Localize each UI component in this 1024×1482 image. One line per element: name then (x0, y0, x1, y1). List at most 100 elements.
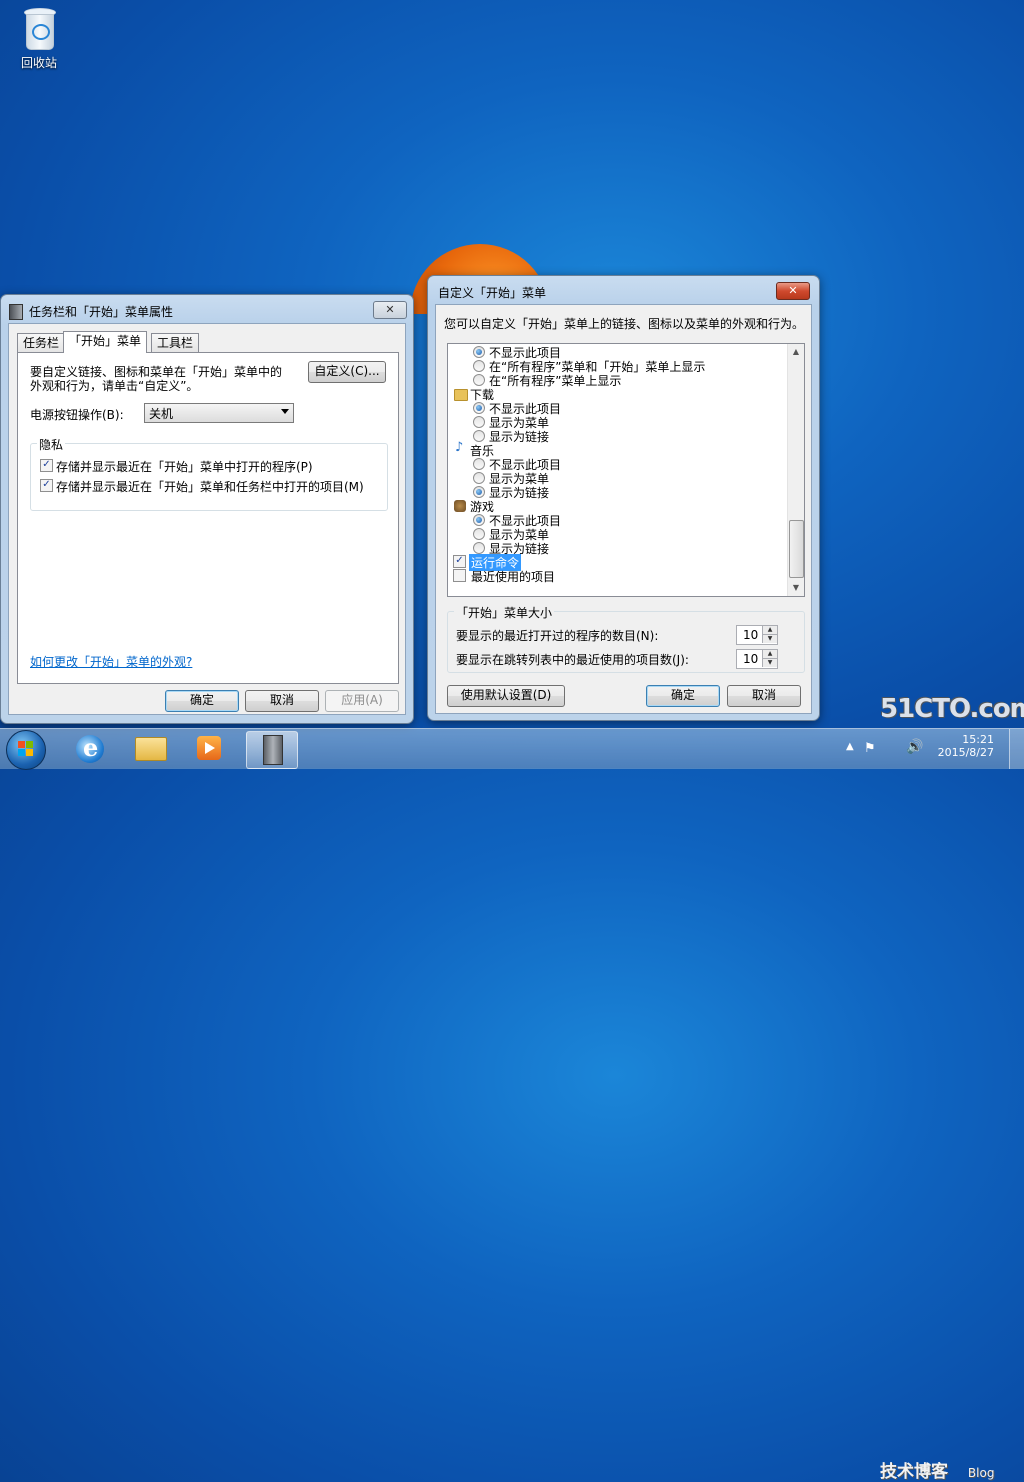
description-line-2: 外观和行为，请单击“自定义”。 (30, 379, 199, 393)
option-radio-row[interactable]: 不显示此项目 (448, 457, 786, 472)
stepper-down-icon[interactable]: ▼ (762, 659, 777, 667)
power-button-label: 电源按钮操作(B): (30, 408, 124, 422)
close-button[interactable]: ✕ (373, 301, 407, 319)
jump-list-stepper[interactable]: 10 ▲ ▼ (736, 649, 778, 669)
jump-list-label: 要显示在跳转列表中的最近使用的项目数(J): (456, 653, 689, 667)
apply-button[interactable]: 应用(A) (325, 690, 399, 712)
recent-programs-stepper[interactable]: 10 ▲ ▼ (736, 625, 778, 645)
windows-logo-icon (18, 741, 34, 757)
taskbar-taskbar-properties[interactable] (246, 731, 298, 769)
checkbox[interactable] (453, 569, 466, 582)
option-checkbox-row[interactable]: 最近使用的项目 (448, 569, 786, 584)
option-radio-row[interactable]: 显示为链接 (448, 541, 786, 556)
privacy-checkbox-items[interactable]: ✓ (40, 479, 53, 492)
option-radio-row[interactable]: 在“所有程序”菜单和「开始」菜单上显示 (448, 359, 786, 374)
taskbar-properties-window: 任务栏和「开始」菜单属性 ✕ 任务栏 「开始」菜单 工具栏 要自定义链接、图标和… (0, 294, 414, 724)
stepper-down-icon[interactable]: ▼ (762, 635, 777, 643)
checkbox-label: 最近使用的项目 (471, 570, 556, 584)
radio-button[interactable] (473, 486, 485, 498)
options-list-scrollbar[interactable]: ▲ ▼ (787, 344, 804, 596)
option-radio-row[interactable]: 不显示此项目 (448, 345, 786, 360)
privacy-checkbox-programs[interactable]: ✓ (40, 459, 53, 472)
help-link[interactable]: 如何更改「开始」菜单的外观? (30, 653, 192, 670)
radio-button[interactable] (473, 416, 485, 428)
jump-list-value: 10 (743, 652, 759, 666)
privacy-label-items: 存储并显示最近在「开始」菜单和任务栏中打开的项目(M) (56, 480, 364, 494)
checkbox[interactable]: ✓ (453, 555, 466, 568)
clock-time: 15:21 (962, 733, 994, 746)
window-client: 任务栏 「开始」菜单 工具栏 要自定义链接、图标和菜单在「开始」菜单中的 外观和… (8, 323, 406, 715)
power-button-dropdown[interactable]: 关机 (144, 403, 294, 423)
ok-button[interactable]: 确定 (165, 690, 239, 712)
close-button[interactable]: ✕ (776, 282, 810, 300)
radio-button[interactable] (473, 360, 485, 372)
privacy-label-programs: 存储并显示最近在「开始」菜单中打开的程序(P) (56, 460, 313, 474)
option-radio-row[interactable]: 在“所有程序”菜单上显示 (448, 373, 786, 388)
option-section-header: 下载 (448, 387, 786, 402)
option-radio-row[interactable]: 不显示此项目 (448, 401, 786, 416)
menu-size-group-label: 「开始」菜单大小 (454, 604, 555, 621)
scroll-thumb[interactable] (789, 520, 804, 578)
privacy-group-label: 隐私 (37, 436, 66, 453)
stepper-up-icon[interactable]: ▲ (762, 650, 777, 659)
option-radio-row[interactable]: 显示为菜单 (448, 471, 786, 486)
internet-explorer-icon (76, 733, 104, 763)
watermark-subtitle-text: 技术博客 (880, 1462, 948, 1482)
tab-toolbars[interactable]: 工具栏 (151, 333, 200, 353)
taskbar-explorer[interactable] (124, 731, 174, 767)
radio-button[interactable] (473, 458, 485, 470)
window-client: 您可以自定义「开始」菜单上的链接、图标以及菜单的外观和行为。 不显示此项目 在“所… (435, 304, 812, 714)
tab-taskbar[interactable]: 任务栏 (17, 333, 66, 353)
tab-start-menu[interactable]: 「开始」菜单 (63, 331, 148, 353)
radio-button[interactable] (473, 430, 485, 442)
watermark-logo: 51CTO.com (880, 694, 1024, 724)
scroll-down-arrow-icon[interactable]: ▼ (788, 580, 804, 596)
folder-icon (454, 389, 468, 401)
radio-button[interactable] (473, 374, 485, 386)
show-hidden-icons-icon[interactable]: ▲ (846, 741, 854, 752)
music-icon: ♪ (455, 440, 464, 455)
option-radio-row[interactable]: 显示为链接 (448, 429, 786, 444)
radio-button[interactable] (473, 528, 485, 540)
cancel-button[interactable]: 取消 (245, 690, 319, 712)
customize-start-menu-window: 自定义「开始」菜单 ✕ 您可以自定义「开始」菜单上的链接、图标以及菜单的外观和行… (427, 275, 820, 721)
radio-button[interactable] (473, 472, 485, 484)
taskbar-internet-explorer[interactable] (64, 731, 114, 767)
option-radio-row[interactable]: 显示为菜单 (448, 415, 786, 430)
stepper-up-icon[interactable]: ▲ (762, 626, 777, 635)
watermark-blog-text: Blog (967, 1466, 995, 1480)
recycle-bin-shortcut[interactable]: 回收站 (12, 6, 66, 71)
start-button[interactable] (6, 730, 46, 770)
options-list[interactable]: 不显示此项目 在“所有程序”菜单和「开始」菜单上显示 在“所有程序”菜单上显示 下载不… (447, 343, 805, 597)
media-player-icon (197, 736, 221, 760)
cancel-button[interactable]: 取消 (727, 685, 801, 707)
chevron-down-icon (281, 409, 289, 414)
radio-button[interactable] (473, 514, 485, 526)
window-app-icon (9, 304, 23, 320)
recent-programs-label: 要显示的最近打开过的程序的数目(N): (456, 629, 659, 643)
window-title: 任务栏和「开始」菜单属性 (29, 305, 174, 319)
power-button-value: 关机 (149, 407, 174, 421)
option-checkbox-row[interactable]: ✓ 运行命令 (448, 554, 786, 571)
show-desktop-button[interactable] (1009, 729, 1024, 769)
option-radio-row[interactable]: 不显示此项目 (448, 513, 786, 528)
option-section-header: 游戏 (448, 499, 786, 514)
customize-button[interactable]: 自定义(C)... (308, 361, 386, 383)
scroll-up-arrow-icon[interactable]: ▲ (788, 344, 804, 360)
clock[interactable]: 15:21 2015/8/27 (938, 733, 994, 759)
radio-button[interactable] (473, 542, 485, 554)
window-title: 自定义「开始」菜单 (438, 286, 547, 300)
game-icon (454, 500, 466, 512)
ok-button[interactable]: 确定 (646, 685, 720, 707)
volume-icon[interactable]: 🔊 (906, 739, 923, 755)
radio-button[interactable] (473, 346, 485, 358)
recycle-bin-label: 回收站 (20, 56, 57, 70)
option-radio-row[interactable]: 显示为链接 (448, 485, 786, 500)
radio-button[interactable] (473, 402, 485, 414)
taskbar-media-player[interactable] (184, 731, 234, 767)
clock-date: 2015/8/27 (937, 746, 994, 759)
action-center-flag-icon[interactable]: ⚑ (864, 741, 876, 756)
taskbar: ⚑ ▲ 🔊 技术博客 Blog 15:21 2015/8/27 (0, 728, 1024, 1482)
use-defaults-button[interactable]: 使用默认设置(D) (447, 685, 565, 707)
option-radio-row[interactable]: 显示为菜单 (448, 527, 786, 542)
